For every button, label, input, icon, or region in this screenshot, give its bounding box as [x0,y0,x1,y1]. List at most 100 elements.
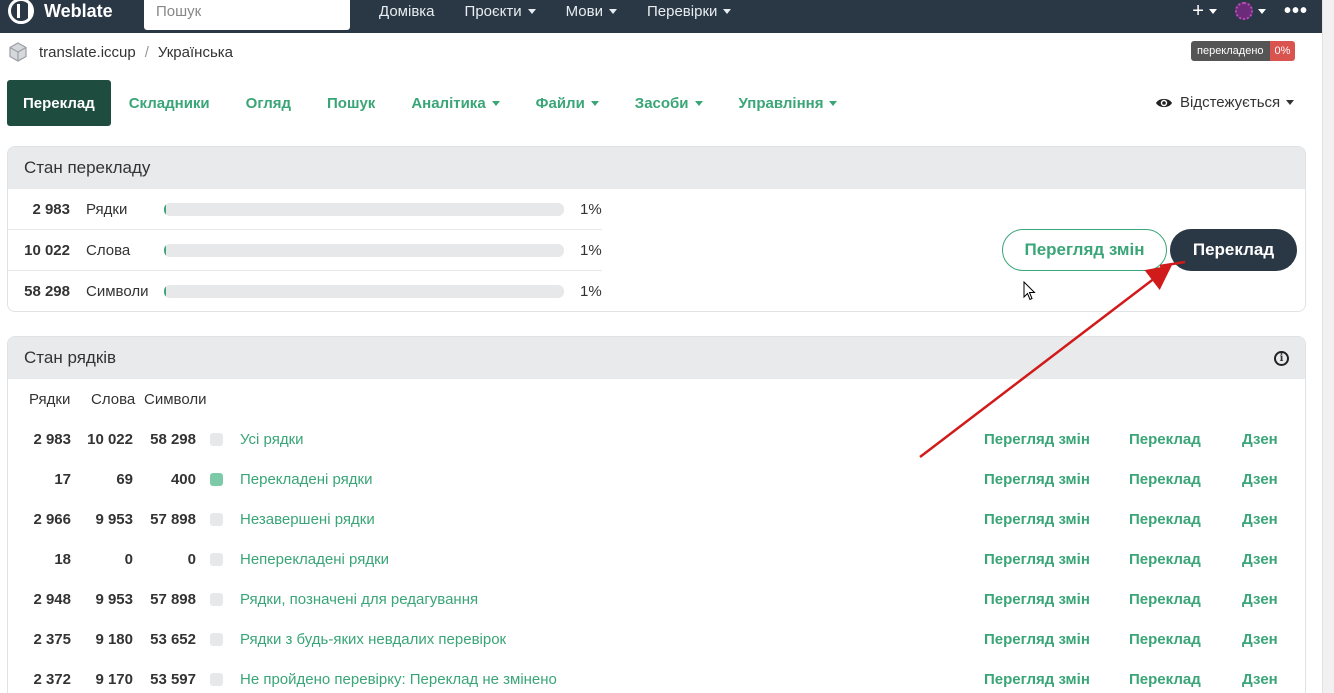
view-changes-link[interactable]: Перегляд змін [984,591,1090,608]
stat-row: 2 983 Рядки 1% [8,189,602,230]
zen-link[interactable]: Дзен [1242,431,1278,448]
page-scrollbar[interactable] [1322,0,1334,693]
table-row: 2 948 9 953 57 898 Рядки, позначені для ред… [8,579,1305,619]
chars-count: 400 [170,470,196,488]
strings-count: 18 [54,550,71,568]
view-changes-link[interactable]: Перегляд змін [984,431,1090,448]
view-changes-button[interactable]: Перегляд змін [1002,229,1167,271]
tab-2[interactable]: Огляд [228,80,309,126]
info-icon[interactable]: i [1274,351,1289,366]
tab-label: Аналітика [411,94,486,112]
component-tabs: Переклад Складники Огляд Пошук Аналітика Файл… [7,80,855,126]
brand[interactable]: Weblate [8,0,136,24]
translate-link[interactable]: Переклад [1129,511,1201,528]
tab-label: Пошук [327,94,376,112]
status-filter-link[interactable]: Незавершені рядки [240,511,940,528]
tab-label: Засоби [634,94,689,112]
chevron-down-icon [491,100,500,106]
eye-icon [1156,98,1172,107]
words-count: 9 953 [95,510,133,528]
tab-label: Переклад [23,94,95,112]
strings-count: 17 [54,470,71,488]
zen-link[interactable]: Дзен [1242,631,1278,648]
zen-link[interactable]: Дзен [1242,591,1278,608]
badge-value: 0% [1269,41,1296,61]
watch-dropdown[interactable]: Відстежується [1155,94,1295,111]
zen-link[interactable]: Дзен [1242,511,1278,528]
table-row: 17 69 400 Перекладені рядки Перегляд змін Пер… [8,459,1305,499]
zen-link[interactable]: Дзен [1242,551,1278,568]
tab-label: Огляд [245,94,292,112]
table-row: 2 966 9 953 57 898 Незавершені рядки Перегля… [8,499,1305,539]
view-changes-link[interactable]: Перегляд змін [984,471,1090,488]
translate-link[interactable]: Переклад [1129,431,1201,448]
tab-5[interactable]: Файли [518,80,617,126]
tab-1[interactable]: Складники [111,80,228,126]
breadcrumb-separator: / [144,43,149,61]
status-square-icon [210,672,223,686]
breadcrumb-language[interactable]: Українська [158,44,233,61]
nav-links: Домівка Проєкти Мови Перевірки [364,3,746,20]
nav-link-3[interactable]: Перевірки [632,3,746,20]
strings-count: 2 983 [33,430,71,448]
strings-count: 2 948 [33,590,71,608]
words-count: 9 180 [95,630,133,648]
zen-link[interactable]: Дзен [1242,671,1278,688]
table-row: 2 375 9 180 53 652 Рядки з будь-яких невдал… [8,619,1305,659]
search-input[interactable] [144,0,350,30]
nav-link-1[interactable]: Проєкти [450,3,551,20]
breadcrumb: translate.iccup / Українська [8,42,233,62]
nav-link-label: Проєкти [464,2,522,20]
tab-label: Складники [128,94,210,112]
translate-link[interactable]: Переклад [1129,631,1201,648]
translate-link[interactable]: Переклад [1129,671,1201,688]
user-menu[interactable] [1234,2,1266,20]
tab-3[interactable]: Пошук [309,80,393,126]
translate-button[interactable]: Переклад [1170,229,1297,271]
status-filter-link[interactable]: Усі рядки [240,431,940,448]
status-filter-link[interactable]: Неперекладені рядки [240,551,940,568]
nav-link-label: Мови [565,2,603,20]
status-square-icon [210,432,223,446]
status-filter-link[interactable]: Рядки, позначені для редагування [240,591,940,608]
stat-row: 58 298 Символи 1% [8,271,602,311]
translated-progress-badge: перекладено 0% [1191,41,1296,61]
translate-link[interactable]: Переклад [1129,591,1201,608]
stat-progress-bar [164,285,564,298]
view-changes-link[interactable]: Перегляд змін [984,551,1090,568]
chevron-down-icon [590,100,599,106]
stat-progress-fill [164,243,167,257]
stat-progress-bar [164,202,564,216]
stat-label: Рядки [86,200,128,218]
status-filter-link[interactable]: Рядки з будь-яких невдалих перевірок [240,631,940,648]
translate-link[interactable]: Переклад [1129,551,1201,568]
stat-label: Символи [86,283,149,300]
status-filter-link[interactable]: Не пройдено перевірку: Переклад не зміне… [240,671,940,688]
column-header-chars: Символи [144,391,207,408]
plus-icon: + [1192,0,1204,22]
panel-title: Стан рядків [8,337,1305,379]
tab-0[interactable]: Переклад [7,80,111,126]
translate-link[interactable]: Переклад [1129,471,1201,488]
tab-7[interactable]: Управління [721,80,856,126]
weblate-logo-icon [8,0,34,24]
top-navbar: Weblate Домівка Проєкти Мови Перевірки + ••… [0,0,1322,33]
nav-link-2[interactable]: Мови [551,3,632,20]
tab-label: Файли [535,94,585,112]
view-changes-link[interactable]: Перегляд змін [984,671,1090,688]
add-menu[interactable]: + [1192,0,1217,23]
tab-6[interactable]: Засоби [617,80,721,126]
zen-link[interactable]: Дзен [1242,471,1278,488]
breadcrumb-project[interactable]: translate.iccup [39,44,136,61]
stat-count: 2 983 [32,200,70,218]
view-changes-link[interactable]: Перегляд змін [984,511,1090,528]
view-changes-link[interactable]: Перегляд змін [984,631,1090,648]
chevron-down-icon [723,8,732,14]
more-icon[interactable]: ••• [1284,0,1308,23]
table-row: 2 983 10 022 58 298 Усі рядки Перегляд змін П… [8,419,1305,459]
stat-percent: 1% [580,241,602,259]
tab-4[interactable]: Аналітика [393,80,517,126]
words-count: 9 170 [95,670,133,688]
status-filter-link[interactable]: Перекладені рядки [240,471,940,488]
nav-link-0[interactable]: Домівка [364,3,450,20]
